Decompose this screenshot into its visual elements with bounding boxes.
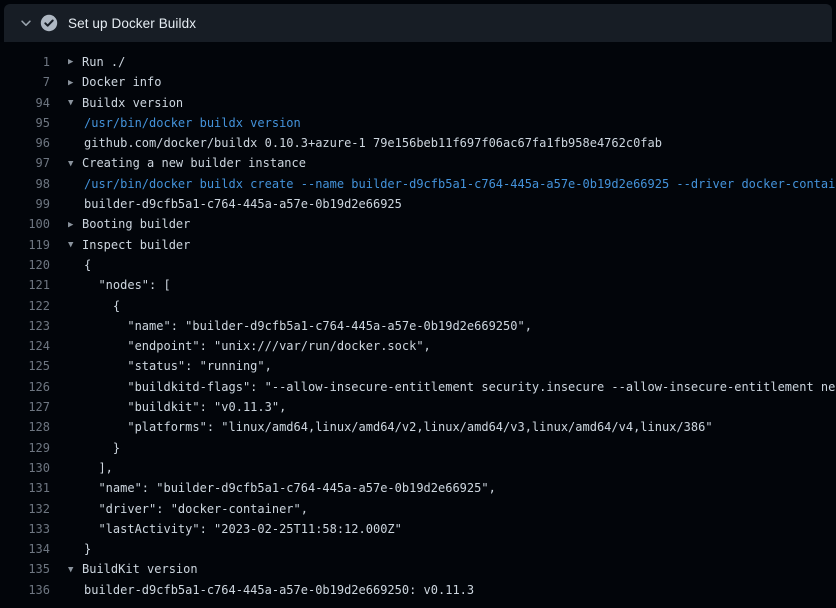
line-number[interactable]: 134	[0, 539, 50, 559]
line-number[interactable]: 128	[0, 417, 50, 437]
line-number[interactable]: 127	[0, 397, 50, 417]
line-number[interactable]: 95	[0, 113, 50, 133]
line-number[interactable]: 132	[0, 499, 50, 519]
line-number[interactable]: 136	[0, 580, 50, 600]
log-text: }	[84, 441, 120, 455]
log-line: 134 }	[0, 539, 836, 559]
line-number[interactable]: 122	[0, 296, 50, 316]
group-toggle-icon[interactable]: ▶	[68, 52, 82, 72]
line-number[interactable]: 98	[0, 174, 50, 194]
log-line: 99 builder-d9cfb5a1-c764-445a-a57e-0b19d…	[0, 194, 836, 214]
log-line: 131 "name": "builder-d9cfb5a1-c764-445a-…	[0, 478, 836, 498]
step-header[interactable]: Set up Docker Buildx	[4, 4, 832, 42]
step-title: Set up Docker Buildx	[68, 16, 196, 31]
line-number[interactable]: 96	[0, 133, 50, 153]
line-number[interactable]: 130	[0, 458, 50, 478]
group-toggle-icon[interactable]: ▶	[68, 215, 82, 235]
log-text: Creating a new builder instance	[82, 156, 306, 170]
chevron-down-icon[interactable]	[18, 15, 34, 31]
log-text: }	[84, 542, 91, 556]
log-line[interactable]: 7 ▶Docker info	[0, 72, 836, 92]
line-number[interactable]: 99	[0, 194, 50, 214]
group-toggle-icon[interactable]: ▼	[68, 235, 82, 255]
log-text: /usr/bin/docker buildx create --name bui…	[84, 177, 836, 191]
log-line[interactable]: 1 ▶Run ./	[0, 52, 836, 72]
log-line: 124 "endpoint": "unix:///var/run/docker.…	[0, 336, 836, 356]
log-line: 95 /usr/bin/docker buildx version	[0, 113, 836, 133]
line-number[interactable]: 7	[0, 72, 50, 92]
line-number[interactable]: 131	[0, 478, 50, 498]
log-text: /usr/bin/docker buildx version	[84, 116, 301, 130]
line-number[interactable]: 126	[0, 377, 50, 397]
group-toggle-icon[interactable]: ▼	[68, 154, 82, 174]
log-line: 120 {	[0, 255, 836, 275]
log-line[interactable]: 94 ▼Buildx version	[0, 93, 836, 113]
line-number[interactable]: 133	[0, 519, 50, 539]
line-number[interactable]: 119	[0, 235, 50, 255]
log-line: 121 "nodes": [	[0, 275, 836, 295]
log-text: "nodes": [	[84, 278, 171, 292]
log-text: builder-d9cfb5a1-c764-445a-a57e-0b19d2e6…	[84, 197, 402, 211]
log-line: 136 builder-d9cfb5a1-c764-445a-a57e-0b19…	[0, 580, 836, 600]
line-number[interactable]: 1	[0, 52, 50, 72]
log-text: {	[84, 258, 91, 272]
log-text: "status": "running",	[84, 359, 272, 373]
line-number[interactable]: 123	[0, 316, 50, 336]
log-line: 128 "platforms": "linux/amd64,linux/amd6…	[0, 417, 836, 437]
log-line: 122 {	[0, 296, 836, 316]
group-toggle-icon[interactable]: ▼	[68, 93, 82, 113]
log-text: "endpoint": "unix:///var/run/docker.sock…	[84, 339, 431, 353]
line-number[interactable]: 94	[0, 93, 50, 113]
line-number[interactable]: 120	[0, 255, 50, 275]
log-text: "driver": "docker-container",	[84, 502, 308, 516]
log-lines: 1 ▶Run ./ 7 ▶Docker info 94 ▼Buildx vers…	[0, 52, 836, 600]
line-number[interactable]: 129	[0, 438, 50, 458]
log-line[interactable]: 100 ▶Booting builder	[0, 214, 836, 234]
group-toggle-icon[interactable]: ▶	[68, 73, 82, 93]
log-line: 127 "buildkit": "v0.11.3",	[0, 397, 836, 417]
log-text: "buildkitd-flags": "--allow-insecure-ent…	[84, 380, 836, 394]
log-text: "platforms": "linux/amd64,linux/amd64/v2…	[84, 420, 713, 434]
log-line: 96 github.com/docker/buildx 0.10.3+azure…	[0, 133, 836, 153]
line-number[interactable]: 125	[0, 356, 50, 376]
log-text: "lastActivity": "2023-02-25T11:58:12.000…	[84, 522, 402, 536]
log-text: Run ./	[82, 55, 125, 69]
log-line: 129 }	[0, 438, 836, 458]
log-line: 133 "lastActivity": "2023-02-25T11:58:12…	[0, 519, 836, 539]
log-text: Buildx version	[82, 96, 183, 110]
log-text: github.com/docker/buildx 0.10.3+azure-1 …	[84, 136, 662, 150]
log-line: 126 "buildkitd-flags": "--allow-insecure…	[0, 377, 836, 397]
log-line[interactable]: 119 ▼Inspect builder	[0, 235, 836, 255]
log-line: 125 "status": "running",	[0, 356, 836, 376]
group-toggle-icon[interactable]: ▼	[68, 560, 82, 580]
line-number[interactable]: 135	[0, 559, 50, 579]
log-text: {	[84, 299, 120, 313]
log-text: ],	[84, 461, 113, 475]
log-line[interactable]: 97 ▼Creating a new builder instance	[0, 153, 836, 173]
log-text: Docker info	[82, 75, 161, 89]
log-line: 132 "driver": "docker-container",	[0, 499, 836, 519]
log-text: Inspect builder	[82, 238, 190, 252]
line-number[interactable]: 100	[0, 214, 50, 234]
log-viewer: 1 ▶Run ./ 7 ▶Docker info 94 ▼Buildx vers…	[0, 42, 836, 600]
line-number[interactable]: 121	[0, 275, 50, 295]
log-line[interactable]: 135 ▼BuildKit version	[0, 559, 836, 579]
log-text: BuildKit version	[82, 562, 198, 576]
log-text: "name": "builder-d9cfb5a1-c764-445a-a57e…	[84, 481, 496, 495]
line-number[interactable]: 124	[0, 336, 50, 356]
log-line: 130 ],	[0, 458, 836, 478]
line-number[interactable]: 97	[0, 153, 50, 173]
log-text: "name": "builder-d9cfb5a1-c764-445a-a57e…	[84, 319, 532, 333]
log-line: 98 /usr/bin/docker buildx create --name …	[0, 174, 836, 194]
log-text: "buildkit": "v0.11.3",	[84, 400, 286, 414]
log-line: 123 "name": "builder-d9cfb5a1-c764-445a-…	[0, 316, 836, 336]
check-circle-icon	[40, 14, 58, 32]
log-text: builder-d9cfb5a1-c764-445a-a57e-0b19d2e6…	[84, 583, 474, 597]
log-text: Booting builder	[82, 217, 190, 231]
